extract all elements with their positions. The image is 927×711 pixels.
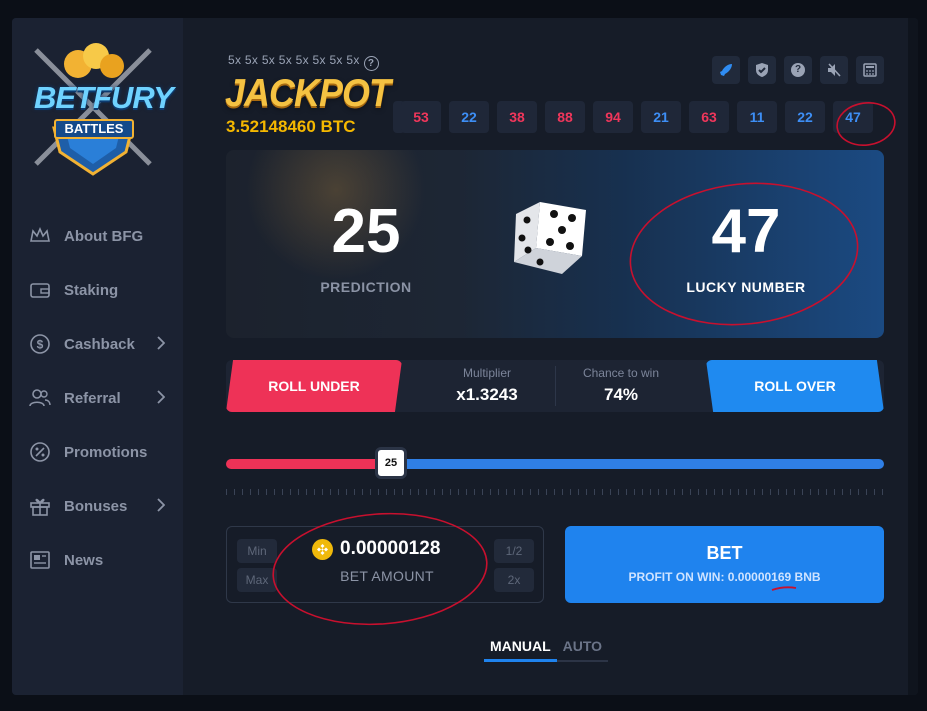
bet-amount-value[interactable]: 0.00000128: [340, 538, 440, 560]
roll-under-button[interactable]: ROLL UNDER: [226, 360, 402, 412]
right-edge: [908, 18, 918, 695]
mute-icon[interactable]: [820, 56, 848, 84]
multiplier-value: x1.3243: [456, 385, 518, 404]
chance-value: 74%: [603, 385, 639, 404]
history-item: 88: [545, 101, 585, 133]
lucky-number-value: 47: [711, 197, 781, 266]
shield-icon[interactable]: [748, 56, 776, 84]
roll-over-button[interactable]: ROLL OVER: [706, 360, 884, 412]
multiplier-stat: Multiplier x1.3243: [432, 366, 542, 405]
bet-button[interactable]: BET PROFIT ON WIN: 0.00000169 BNB: [565, 526, 884, 603]
sidebar-item-promotions[interactable]: Promotions: [12, 425, 183, 479]
jackpot-multipliers: 5x 5x 5x 5x 5x 5x 5x 5x?: [228, 53, 379, 71]
percent-icon: [28, 440, 52, 464]
sidebar-item-label: Staking: [64, 281, 119, 299]
prediction-label: PREDICTION: [320, 279, 412, 295]
logo-subtitle: BATTLES: [54, 119, 134, 139]
app-frame: BETFURY BATTLES About BFG Staking $ Cashbac…: [12, 18, 918, 695]
history-item: 38: [497, 101, 537, 133]
slider-handle[interactable]: 25: [375, 447, 407, 479]
bnb-coin-icon: [312, 539, 333, 560]
roll-controls: ROLL UNDER Multiplier x1.3243 Chance to …: [226, 360, 884, 412]
history-item: 22: [785, 101, 825, 133]
chevron-right-icon: [157, 498, 166, 516]
min-button[interactable]: Min: [237, 539, 277, 563]
tab-manual[interactable]: MANUAL: [484, 636, 557, 662]
logo-title: BETFURY: [34, 80, 174, 115]
sidebar-item-about-bfg[interactable]: About BFG: [12, 209, 183, 263]
chance-label: Chance to win: [582, 366, 660, 380]
tab-auto[interactable]: AUTO: [557, 636, 608, 662]
bet-mode-tabs: MANUAL AUTO: [484, 636, 609, 662]
sidebar-item-label: Bonuses: [64, 497, 128, 515]
history-item: 63: [689, 101, 729, 133]
max-button[interactable]: Max: [237, 568, 277, 592]
double-button[interactable]: 2x: [494, 568, 534, 592]
gift-icon: [28, 494, 52, 518]
sidebar-item-staking[interactable]: Staking: [12, 263, 183, 317]
multiplier-label: Multiplier: [462, 366, 511, 380]
sidebar-nav: About BFG Staking $ Cashback Referral Promoti…: [12, 209, 183, 587]
sidebar-item-label: Referral: [64, 389, 121, 407]
sidebar-item-referral[interactable]: Referral: [12, 371, 183, 425]
sidebar-item-label: Promotions: [64, 443, 148, 461]
crown-icon: [28, 224, 52, 248]
roll-history: 53 22 38 88 94 21 63 11 22 47: [401, 101, 873, 133]
sidebar-item-label: Cashback: [64, 335, 135, 353]
lucky-number-label: LUCKY NUMBER: [686, 279, 806, 295]
newspaper-icon: [28, 548, 52, 572]
result-panel: 25 PREDICTION 47 LUCKY NUMBER: [226, 150, 884, 338]
bet-amount-label: BET AMOUNT: [340, 568, 434, 584]
history-item: 11: [737, 101, 777, 133]
dollar-circle-icon: $: [28, 332, 52, 356]
history-item: 94: [593, 101, 633, 133]
multiplier-list: 5x 5x 5x 5x 5x 5x 5x 5x: [228, 53, 360, 67]
chevron-right-icon: [157, 390, 166, 408]
prediction-value: 25: [331, 197, 401, 266]
stat-divider: [555, 366, 556, 406]
users-icon: [28, 386, 52, 410]
rocket-icon[interactable]: [712, 56, 740, 84]
help-icon[interactable]: ?: [363, 56, 379, 71]
sidebar-item-news[interactable]: News: [12, 533, 183, 587]
chance-stat: Chance to win 74%: [566, 366, 676, 405]
sidebar-item-bonuses[interactable]: Bonuses: [12, 479, 183, 533]
svg-text:$: $: [37, 338, 44, 352]
slider-track-under: [226, 459, 391, 469]
jackpot-title: JACKPOT: [225, 72, 391, 115]
half-button[interactable]: 1/2: [494, 539, 534, 563]
bet-button-label: BET: [706, 543, 743, 563]
main-area: 5x 5x 5x 5x 5x 5x 5x 5x? JACKPOT 3.52148…: [183, 18, 918, 695]
slider-track-over: [391, 459, 884, 469]
history-item: 47: [833, 101, 873, 133]
history-item: 21: [641, 101, 681, 133]
sidebar-item-label: About BFG: [64, 227, 144, 245]
betfury-battles-logo[interactable]: BETFURY BATTLES: [26, 40, 174, 176]
sidebar: BETFURY BATTLES About BFG Staking $ Cashbac…: [12, 18, 183, 695]
wallet-icon: [28, 278, 52, 302]
top-toolbar: ?: [712, 56, 884, 84]
sidebar-item-label: News: [64, 551, 104, 569]
question-icon[interactable]: ?: [784, 56, 812, 84]
prediction-slider[interactable]: 25: [226, 447, 884, 479]
calculator-icon[interactable]: [856, 56, 884, 84]
history-item: 53: [401, 101, 441, 133]
bet-amount-box: Min Max 0.00000128 BET AMOUNT 1/2 2x: [226, 526, 544, 603]
sidebar-item-cashback[interactable]: $ Cashback: [12, 317, 183, 371]
dice-icon: [514, 202, 586, 274]
profit-on-win: PROFIT ON WIN: 0.00000169 BNB: [628, 570, 821, 584]
slider-scale: [226, 489, 884, 495]
history-item: 22: [449, 101, 489, 133]
chevron-right-icon: [157, 336, 166, 354]
jackpot-value: 3.52148460 BTC: [226, 117, 356, 136]
